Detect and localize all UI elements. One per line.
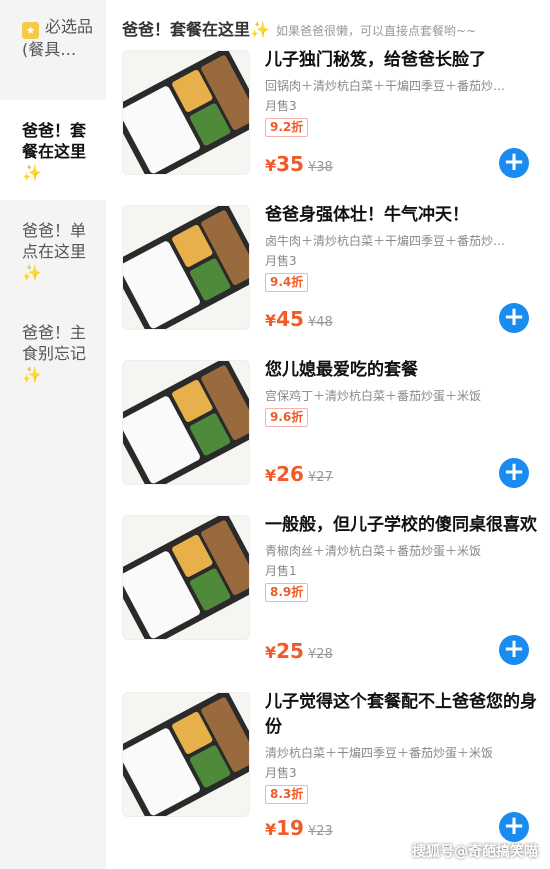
product-sales: 月售3 bbox=[265, 766, 297, 780]
section-subtitle: 如果爸爸很懒，可以直接点套餐哟~~ bbox=[275, 24, 477, 38]
add-to-cart-button[interactable]: + bbox=[499, 635, 529, 665]
product-price: ¥19 bbox=[265, 816, 304, 840]
discount-badge: 8.3折 bbox=[265, 785, 309, 804]
sidebar-item-combo[interactable]: 爸爸！套餐在这里 ✨ bbox=[0, 100, 106, 200]
product-name: 儿子觉得这个套餐配不上爸爸您的身份 bbox=[265, 692, 537, 737]
discount-badge: 8.9折 bbox=[265, 583, 309, 602]
price-row: ¥25 ¥28 bbox=[265, 639, 333, 663]
category-sidebar: ★ 必选品(餐具… 爸爸！套餐在这里 ✨ 爸爸！单点在这里 ✨ 爸爸！主食别忘记 … bbox=[0, 0, 106, 869]
add-to-cart-button[interactable]: + bbox=[499, 303, 529, 333]
original-price: ¥23 bbox=[307, 824, 333, 839]
product-name: 您儿媳最爱吃的套餐 bbox=[265, 360, 418, 380]
product-image[interactable] bbox=[122, 205, 250, 330]
product-sales: 月售1 bbox=[265, 564, 297, 578]
sidebar-item-label: 爸爸！套餐在这里 bbox=[22, 121, 87, 161]
product-desc: 卤牛肉＋清炒杭白菜＋干煸四季豆＋番茄炒… bbox=[265, 234, 506, 248]
product-image[interactable] bbox=[122, 692, 250, 817]
discount-badge: 9.4折 bbox=[265, 273, 309, 292]
product-desc: 回锅肉＋清炒杭白菜＋干煸四季豆＋番茄炒… bbox=[265, 79, 506, 93]
product-card[interactable]: 您儿媳最爱吃的套餐 宫保鸡丁＋清炒杭白菜＋番茄炒蛋＋米饭 9.6折 ¥26 ¥27… bbox=[122, 358, 542, 488]
product-price: ¥35 bbox=[265, 152, 304, 176]
sparkle-icon: ✨ bbox=[22, 365, 42, 384]
discount-badge: 9.2折 bbox=[265, 118, 309, 137]
product-image[interactable] bbox=[122, 360, 250, 485]
product-image[interactable] bbox=[122, 50, 250, 175]
product-card[interactable]: 一般般，但儿子学校的傻同桌很喜欢 青椒肉丝＋清炒杭白菜＋番茄炒蛋＋米饭 月售1 … bbox=[122, 513, 542, 665]
section-header: 爸爸！套餐在这里✨ 如果爸爸很懒，可以直接点套餐哟~~ bbox=[122, 16, 542, 42]
product-name: 爸爸身强体壮！牛气冲天！ bbox=[265, 205, 469, 225]
price-row: ¥45 ¥48 bbox=[265, 307, 333, 331]
price-row: ¥19 ¥23 bbox=[265, 816, 333, 840]
add-to-cart-button[interactable]: + bbox=[499, 148, 529, 178]
sidebar-item-label: 爸爸！主食别忘记 bbox=[22, 323, 87, 363]
sidebar-item-single[interactable]: 爸爸！单点在这里 ✨ bbox=[0, 220, 106, 290]
price-row: ¥26 ¥27 bbox=[265, 462, 333, 486]
original-price: ¥38 bbox=[307, 160, 333, 175]
sparkle-icon: ✨ bbox=[22, 163, 42, 182]
original-price: ¥28 bbox=[307, 647, 333, 662]
product-sales: 月售3 bbox=[265, 99, 297, 113]
discount-badge: 9.6折 bbox=[265, 408, 309, 427]
section-title: 爸爸！套餐在这里 bbox=[122, 20, 251, 39]
sparkle-icon: ✨ bbox=[250, 20, 270, 39]
watermark: 搜狐号@奇葩搞笑喵 bbox=[412, 844, 538, 860]
sidebar-item-label: 爸爸！单点在这里 bbox=[22, 221, 87, 261]
add-to-cart-button[interactable]: + bbox=[499, 458, 529, 488]
product-price: ¥26 bbox=[265, 462, 304, 486]
product-desc: 清炒杭白菜＋干煸四季豆＋番茄炒蛋＋米饭 bbox=[265, 746, 494, 760]
star-icon: ★ bbox=[22, 22, 39, 39]
price-row: ¥35 ¥38 bbox=[265, 152, 333, 176]
product-desc: 青椒肉丝＋清炒杭白菜＋番茄炒蛋＋米饭 bbox=[265, 544, 482, 558]
product-price: ¥25 bbox=[265, 639, 304, 663]
product-desc: 宫保鸡丁＋清炒杭白菜＋番茄炒蛋＋米饭 bbox=[265, 389, 482, 403]
product-name: 一般般，但儿子学校的傻同桌很喜欢 bbox=[265, 515, 537, 535]
product-card[interactable]: 儿子觉得这个套餐配不上爸爸您的身份 清炒杭白菜＋干煸四季豆＋番茄炒蛋＋米饭 月售… bbox=[122, 690, 542, 842]
product-name: 儿子独门秘笈，给爸爸长脸了 bbox=[265, 50, 486, 70]
original-price: ¥48 bbox=[307, 315, 333, 330]
product-sales: 月售3 bbox=[265, 254, 297, 268]
original-price: ¥27 bbox=[307, 470, 333, 485]
product-price: ¥45 bbox=[265, 307, 304, 331]
sidebar-item-required[interactable]: ★ 必选品(餐具… bbox=[0, 16, 106, 86]
product-image[interactable] bbox=[122, 515, 250, 640]
sparkle-icon: ✨ bbox=[22, 263, 42, 282]
sidebar-item-staple[interactable]: 爸爸！主食别忘记 ✨ bbox=[0, 322, 106, 392]
product-card[interactable]: 爸爸身强体壮！牛气冲天！ 卤牛肉＋清炒杭白菜＋干煸四季豆＋番茄炒… 月售3 9.… bbox=[122, 203, 542, 333]
add-to-cart-button[interactable]: + bbox=[499, 812, 529, 842]
product-card[interactable]: 儿子独门秘笈，给爸爸长脸了 回锅肉＋清炒杭白菜＋干煸四季豆＋番茄炒… 月售3 9… bbox=[122, 48, 542, 178]
